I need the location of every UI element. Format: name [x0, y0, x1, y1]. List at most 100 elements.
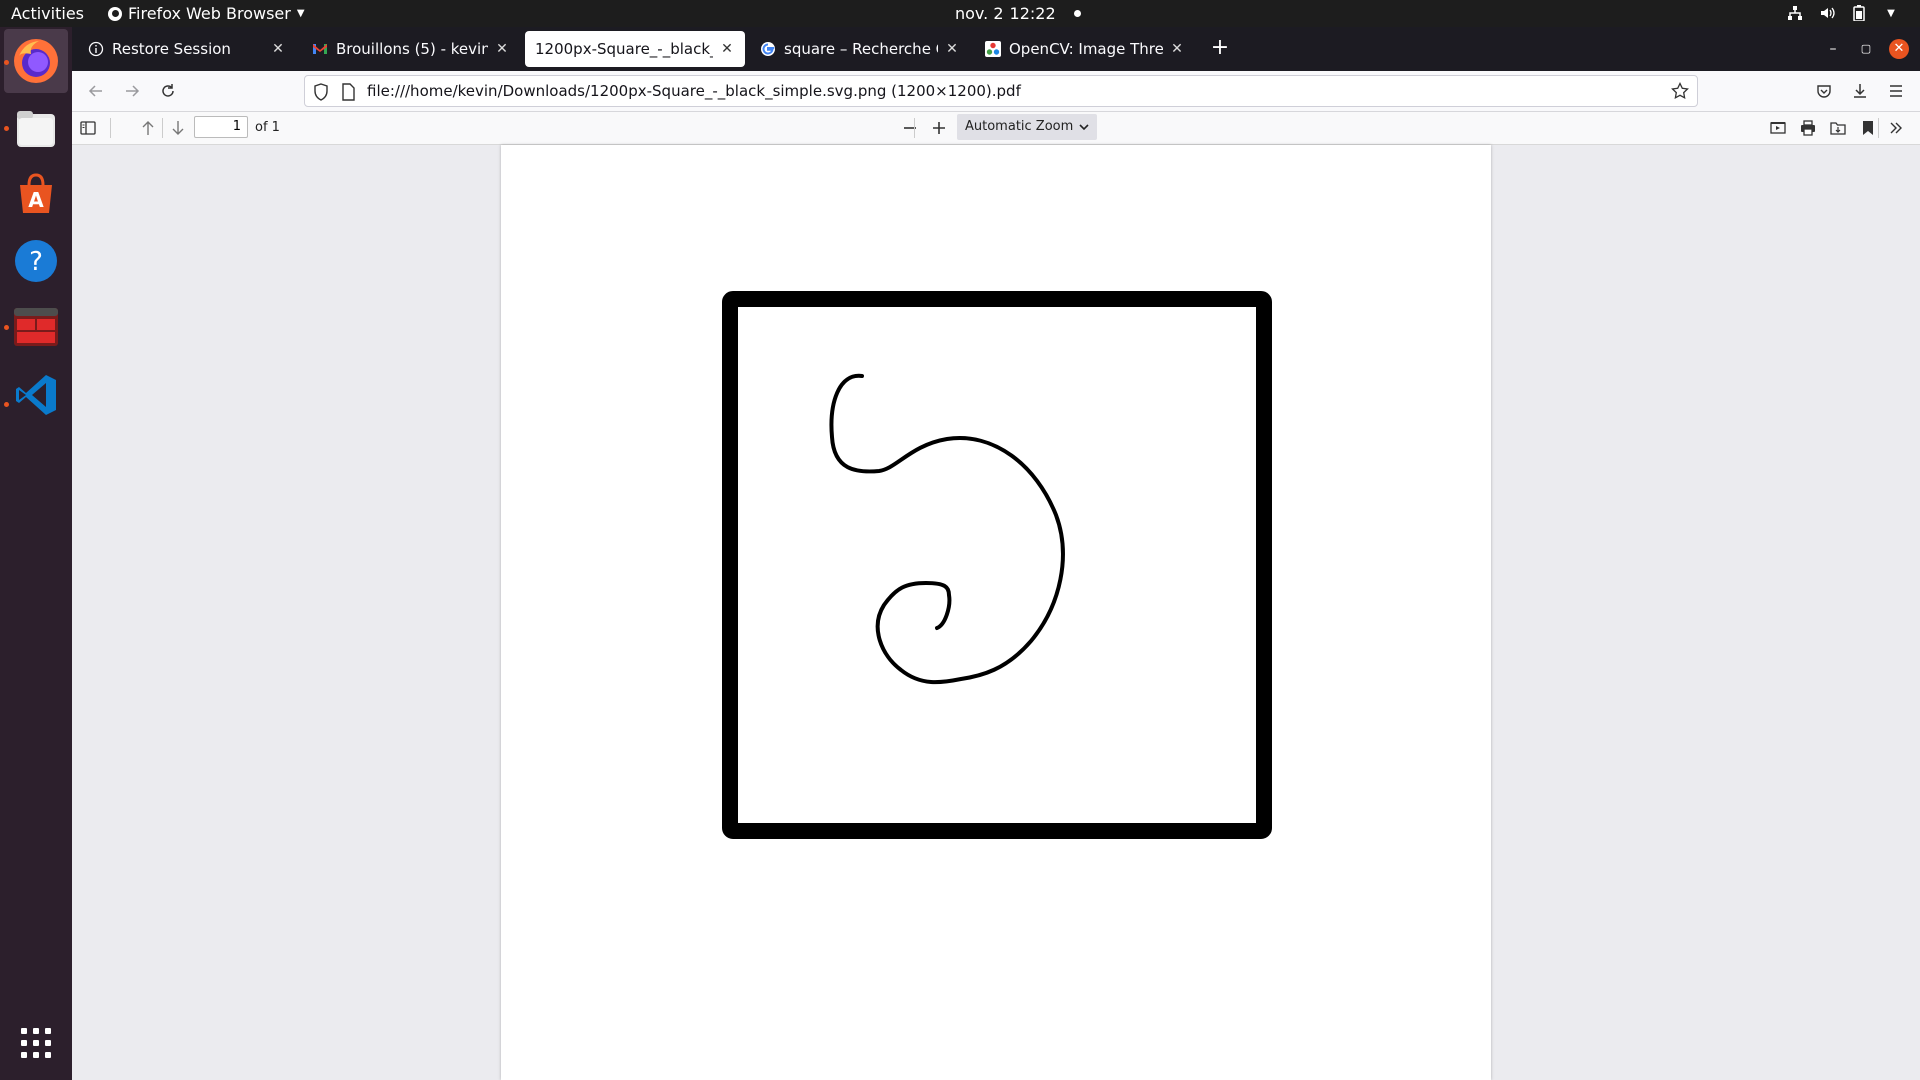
reload-icon [162, 84, 174, 97]
app-menu-label: Firefox Web Browser [128, 4, 291, 23]
tab-gmail[interactable]: Brouillons (5) - kevinn.be ✕ [302, 31, 520, 67]
print-icon [1801, 120, 1815, 136]
zoom-value: Automatic Zoom [965, 119, 1074, 134]
running-indicator [4, 126, 9, 131]
tab-pdf[interactable]: 1200px-Square_-_black_simp ✕ [525, 31, 745, 67]
new-tab-button[interactable]: + [1207, 36, 1233, 62]
zoom-out-button[interactable] [898, 116, 922, 140]
app-menu[interactable]: Firefox Web Browser ▼ [108, 4, 305, 23]
sidebar-toggle-button[interactable] [76, 116, 100, 140]
restore-button[interactable]: ▢ [1856, 39, 1876, 59]
svg-text:A: A [28, 188, 44, 212]
toolbar-separator [1878, 118, 1879, 138]
firefox-small-icon [108, 6, 122, 21]
dock-show-apps[interactable] [0, 1011, 72, 1075]
clock-time: 12:22 [1009, 4, 1056, 23]
black-square-frame [722, 291, 1272, 839]
running-indicator [4, 325, 9, 330]
tab-title: 1200px-Square_-_black_simp [535, 40, 713, 58]
chevron-down-icon: ▼ [1887, 7, 1895, 19]
network-icon [1786, 4, 1804, 22]
show-apps-icon [21, 1028, 51, 1058]
svg-text:?: ? [29, 247, 43, 277]
zoom-select[interactable]: Automatic Zoom [957, 114, 1097, 140]
page-icon[interactable] [341, 83, 355, 101]
activities-button[interactable]: Activities [11, 4, 84, 23]
window-close-button[interactable]: ✕ [1889, 39, 1909, 59]
print-button[interactable] [1796, 116, 1820, 140]
arrow-right-icon [126, 85, 140, 97]
google-icon [761, 42, 775, 56]
arrow-left-icon [88, 85, 102, 97]
tab-title: OpenCV: Image Threshol [1009, 40, 1163, 58]
dock-app-center[interactable]: A [0, 161, 72, 225]
plus-icon [933, 122, 945, 134]
spiral-stroke [829, 373, 1065, 685]
save-icon [1830, 122, 1846, 135]
gmail-icon [313, 44, 327, 54]
volume-icon [1818, 4, 1836, 22]
pdf-viewer[interactable] [72, 145, 1920, 1080]
download-icon [1854, 84, 1866, 98]
close-icon[interactable]: ✕ [494, 41, 510, 57]
running-indicator [4, 60, 9, 65]
pdf-page [501, 145, 1491, 1080]
close-icon[interactable]: ✕ [719, 41, 735, 57]
caret-down-icon: ▼ [296, 8, 305, 19]
double-chevron-right-icon [1890, 122, 1902, 134]
app-center-icon: A [20, 173, 52, 213]
close-icon[interactable]: ✕ [944, 41, 960, 57]
close-icon[interactable]: ✕ [1169, 41, 1185, 57]
pocket-icon [1817, 85, 1831, 98]
clock[interactable]: nov. 2 12:22 [955, 4, 1081, 23]
dock-vscode[interactable] [0, 363, 72, 427]
shield-icon[interactable] [313, 83, 329, 101]
terminal-icon [14, 308, 58, 346]
bookmark-icon [1863, 121, 1873, 135]
bookmark-star-icon[interactable] [1671, 82, 1689, 100]
page-number-input[interactable]: 1 [194, 116, 248, 138]
tab-title: Restore Session [112, 40, 231, 58]
vscode-icon [16, 375, 56, 415]
zoom-in-button[interactable] [927, 116, 951, 140]
minimize-button[interactable]: – [1823, 39, 1843, 59]
tab-google-search[interactable]: square – Recherche Goog ✕ [750, 31, 970, 67]
info-icon [88, 41, 104, 57]
toolbar-separator [110, 118, 111, 138]
forward-button[interactable] [120, 79, 144, 103]
dock-terminal[interactable] [0, 295, 72, 359]
system-tray[interactable]: ▼ [1786, 4, 1900, 22]
close-icon[interactable]: ✕ [270, 41, 286, 57]
clock-date: nov. 2 [955, 4, 1004, 23]
firefox-icon [14, 39, 58, 83]
opencv-icon [985, 41, 1001, 57]
bookmark-button[interactable] [1856, 116, 1880, 140]
tab-title: square – Recherche Goog [784, 40, 938, 58]
presentation-icon [1770, 122, 1786, 134]
page-count: of 1 [255, 120, 280, 135]
dock-help[interactable]: ? [0, 229, 72, 293]
tools-button[interactable] [1884, 116, 1908, 140]
files-icon [17, 111, 55, 147]
tab-opencv[interactable]: OpenCV: Image Threshol ✕ [975, 31, 1195, 67]
dock-files[interactable] [0, 97, 72, 161]
pocket-button[interactable] [1812, 79, 1836, 103]
sidebar-icon [80, 121, 96, 135]
toolbar-separator [162, 118, 163, 138]
back-button[interactable] [84, 79, 108, 103]
dock: A ? [0, 27, 72, 1080]
menu-button[interactable] [1884, 79, 1908, 103]
help-icon: ? [15, 240, 57, 282]
url-text[interactable]: file:///home/kevin/Downloads/1200px-Squa… [367, 82, 1021, 100]
previous-page-button[interactable] [136, 116, 160, 140]
square-drawing [722, 291, 1272, 839]
presentation-mode-button[interactable] [1766, 116, 1790, 140]
dock-firefox[interactable] [4, 29, 68, 93]
downloads-button[interactable] [1848, 79, 1872, 103]
reload-button[interactable] [156, 79, 180, 103]
tab-restore-session[interactable]: Restore Session ✕ [78, 31, 296, 67]
url-bar[interactable]: file:///home/kevin/Downloads/1200px-Squa… [304, 75, 1698, 107]
next-page-button[interactable] [166, 116, 190, 140]
pdf-toolbar: 1 of 1 Automatic Zoom [72, 112, 1920, 145]
save-button[interactable] [1826, 116, 1850, 140]
